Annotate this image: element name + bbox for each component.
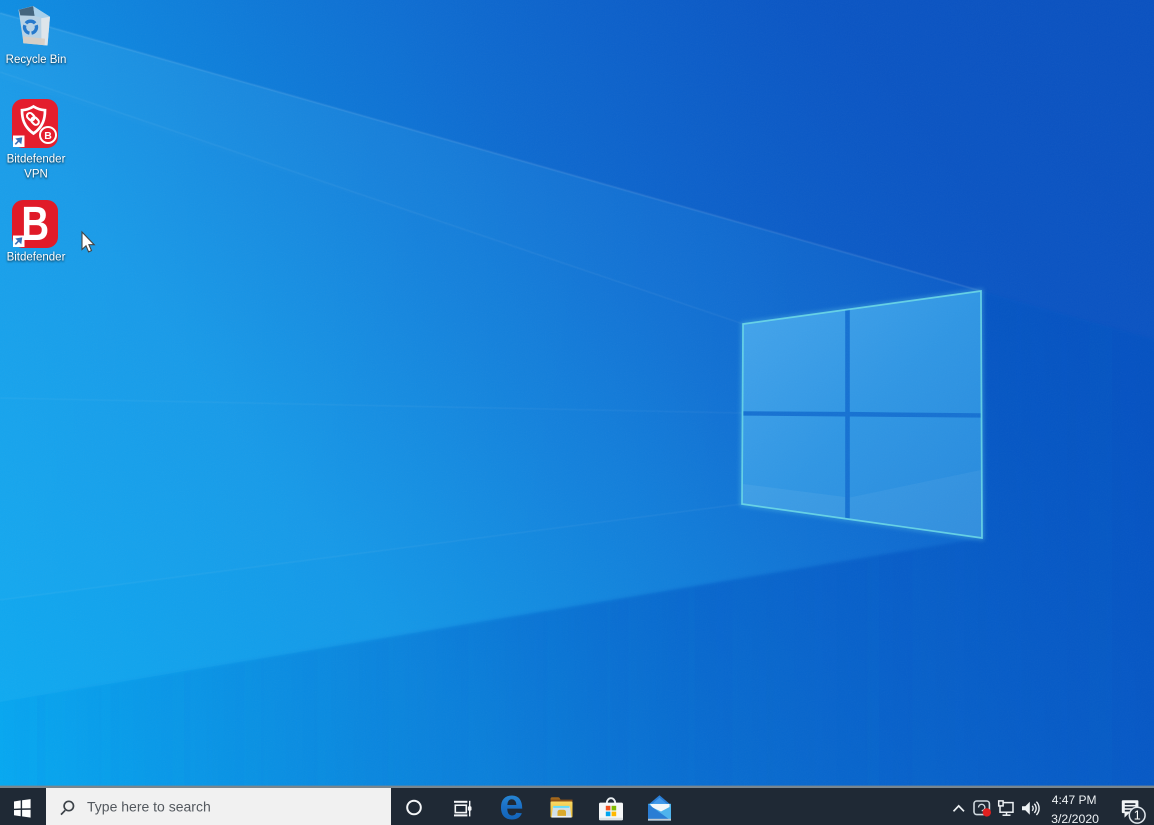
svg-text:e: e [499,780,523,825]
svg-text:B: B [21,198,49,251]
svg-text:Bitdefender: Bitdefender [7,154,66,166]
svg-text:VPN: VPN [24,169,48,181]
svg-text:Recycle Bin: Recycle Bin [6,54,67,66]
svg-text:B: B [44,130,52,142]
svg-text:Bitdefender: Bitdefender [7,252,66,264]
svg-text:4:47 PM: 4:47 PM [1052,793,1097,807]
svg-text:Type here to search: Type here to search [87,799,211,815]
svg-text:1: 1 [1134,809,1141,823]
svg-text:3/2/2020: 3/2/2020 [1051,812,1099,825]
